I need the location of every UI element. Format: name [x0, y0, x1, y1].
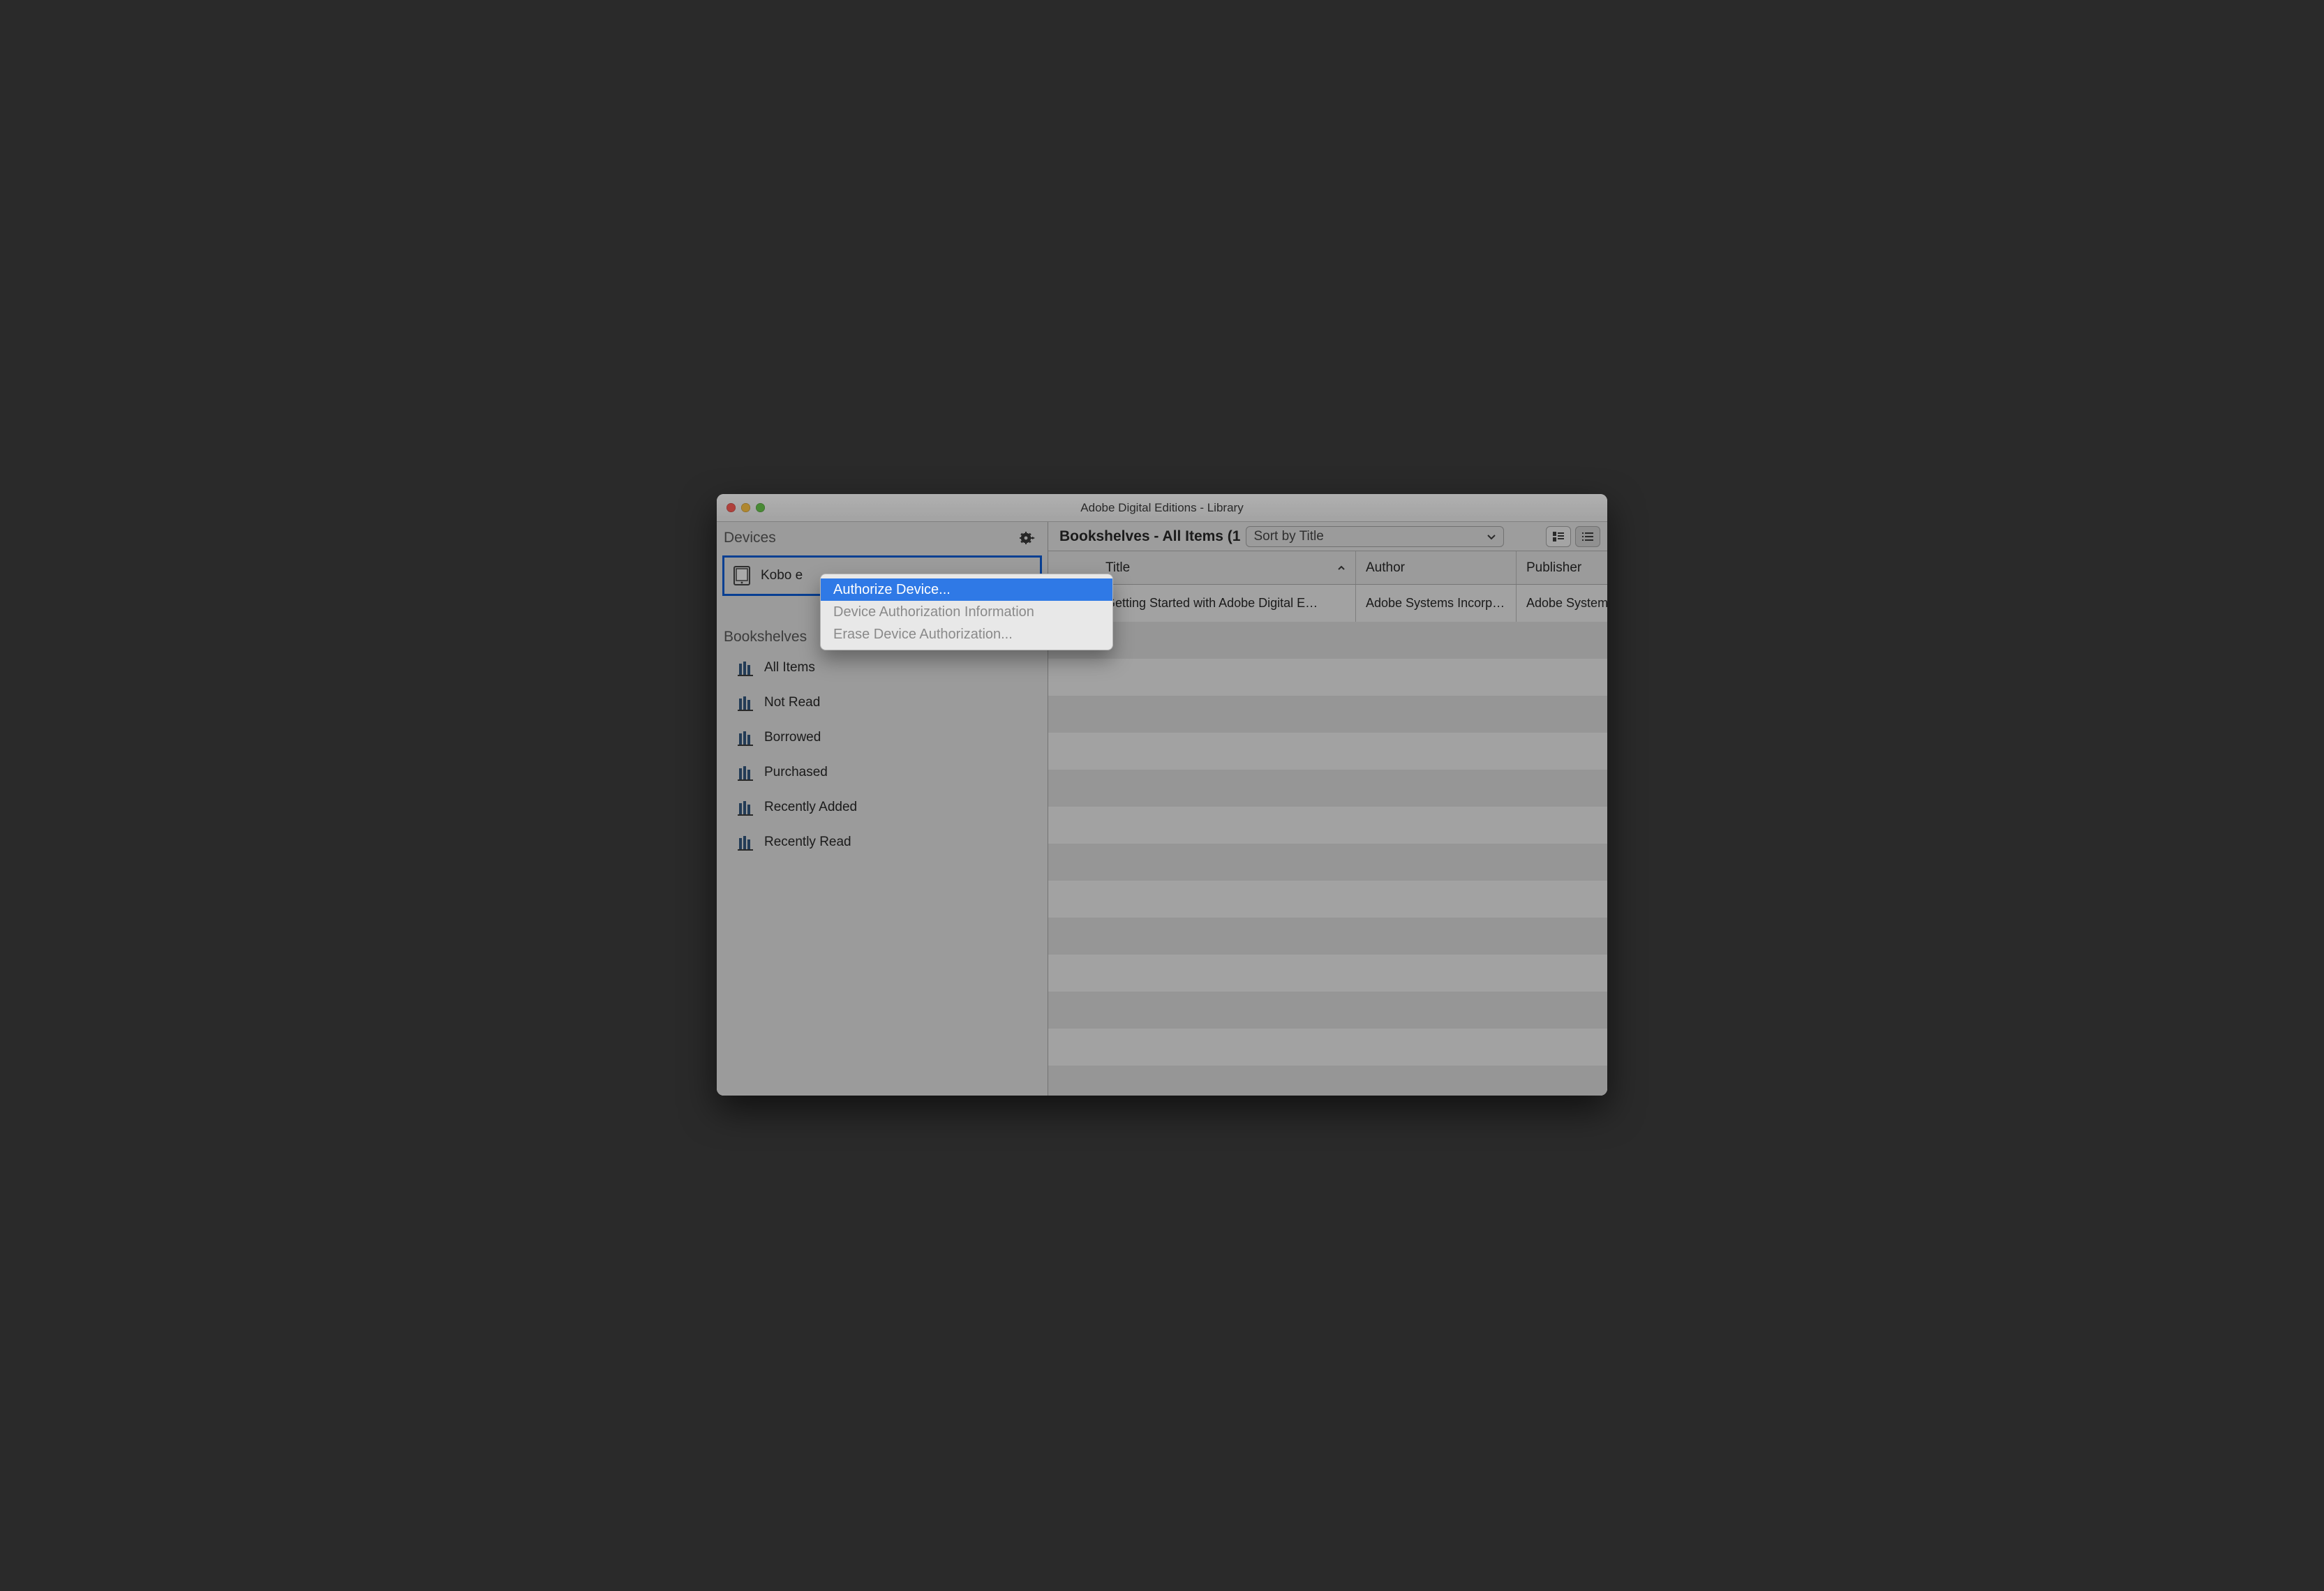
table-row-empty	[1048, 622, 1607, 659]
titlebar: Adobe Digital Editions - Library	[717, 494, 1607, 522]
devices-label: Devices	[724, 530, 776, 546]
bookshelves-label: Bookshelves	[724, 629, 807, 645]
menu-item-device-authorization-info: Device Authorization Information	[821, 601, 1112, 623]
menu-item-label: Erase Device Authorization...	[833, 627, 1013, 643]
bookshelf-icon	[738, 659, 754, 676]
view-grid-button[interactable]	[1546, 526, 1571, 547]
shelf-label: Not Read	[764, 695, 820, 710]
table-row-empty	[1048, 955, 1607, 992]
shelf-item-borrowed[interactable]: Borrowed	[717, 720, 1048, 755]
table-row-empty	[1048, 807, 1607, 844]
table-row-empty	[1048, 733, 1607, 770]
bookshelf-icon	[738, 799, 754, 816]
bookshelf-icon	[738, 764, 754, 781]
shelf-label: Recently Read	[764, 835, 851, 850]
minimize-window-button[interactable]	[741, 503, 750, 512]
cell-title: Getting Started with Adobe Digital E…	[1096, 585, 1356, 622]
app-window: Adobe Digital Editions - Library Devices	[717, 494, 1607, 1096]
table-row-empty	[1048, 918, 1607, 955]
column-title[interactable]: Title	[1096, 551, 1356, 584]
cell-publisher: Adobe System	[1517, 585, 1607, 622]
menu-item-label: Authorize Device...	[833, 582, 951, 598]
shelf-label: Purchased	[764, 765, 828, 780]
column-publisher-label: Publisher	[1526, 560, 1581, 576]
window-controls	[727, 503, 765, 512]
grid-view-icon	[1552, 531, 1565, 542]
menu-item-label: Device Authorization Information	[833, 604, 1034, 620]
gear-icon	[1020, 532, 1035, 544]
shelf-item-recently-read[interactable]: Recently Read	[717, 825, 1048, 860]
table-row-empty	[1048, 992, 1607, 1029]
table-row-empty	[1048, 881, 1607, 918]
zoom-window-button[interactable]	[756, 503, 765, 512]
devices-heading: Devices	[717, 522, 1048, 551]
table-row-empty	[1048, 659, 1607, 696]
device-context-menu: Authorize Device... Device Authorization…	[820, 574, 1113, 650]
close-window-button[interactable]	[727, 503, 736, 512]
shelf-label: Recently Added	[764, 800, 857, 815]
shelf-item-all-items[interactable]: All Items	[717, 650, 1048, 685]
bookshelf-icon	[738, 729, 754, 746]
bookshelf-icon	[738, 694, 754, 711]
shelf-item-not-read[interactable]: Not Read	[717, 685, 1048, 720]
chevron-down-icon	[1487, 532, 1496, 541]
sort-ascending-icon	[1337, 564, 1346, 572]
sort-dropdown[interactable]: Sort by Title	[1246, 526, 1504, 547]
table-row-empty	[1048, 844, 1607, 881]
cell-author: Adobe Systems Incorp…	[1356, 585, 1517, 622]
list-view-icon	[1581, 531, 1594, 542]
devices-gear-button[interactable]	[1018, 530, 1036, 546]
table-row[interactable]: Getting Started with Adobe Digital E… Ad…	[1048, 585, 1607, 622]
column-author[interactable]: Author	[1356, 551, 1517, 584]
main-panel: Bookshelves - All Items (1 Sort by Title	[1048, 522, 1607, 1096]
column-title-label: Title	[1105, 560, 1130, 576]
table-row-empty	[1048, 1066, 1607, 1096]
view-list-button[interactable]	[1575, 526, 1600, 547]
sort-label: Sort by Title	[1253, 529, 1323, 544]
main-toolbar: Bookshelves - All Items (1 Sort by Title	[1048, 522, 1607, 551]
shelf-title: Bookshelves - All Items (1	[1059, 528, 1240, 545]
shelf-label: All Items	[764, 660, 815, 675]
shelf-label: Borrowed	[764, 730, 821, 745]
menu-item-erase-device-authorization: Erase Device Authorization...	[821, 623, 1112, 645]
table-body: Getting Started with Adobe Digital E… Ad…	[1048, 585, 1607, 1096]
device-name: Kobo e	[761, 568, 803, 583]
shelf-item-recently-added[interactable]: Recently Added	[717, 790, 1048, 825]
table-row-empty	[1048, 696, 1607, 733]
menu-item-authorize-device[interactable]: Authorize Device...	[821, 578, 1112, 601]
table-header: Title Author Publisher	[1048, 551, 1607, 585]
table-row-empty	[1048, 1029, 1607, 1066]
bookshelf-icon	[738, 834, 754, 851]
window-title: Adobe Digital Editions - Library	[717, 501, 1607, 515]
ereader-icon	[733, 565, 751, 586]
column-publisher[interactable]: Publisher	[1517, 551, 1607, 584]
column-author-label: Author	[1366, 560, 1405, 576]
shelf-item-purchased[interactable]: Purchased	[717, 755, 1048, 790]
table-row-empty	[1048, 770, 1607, 807]
